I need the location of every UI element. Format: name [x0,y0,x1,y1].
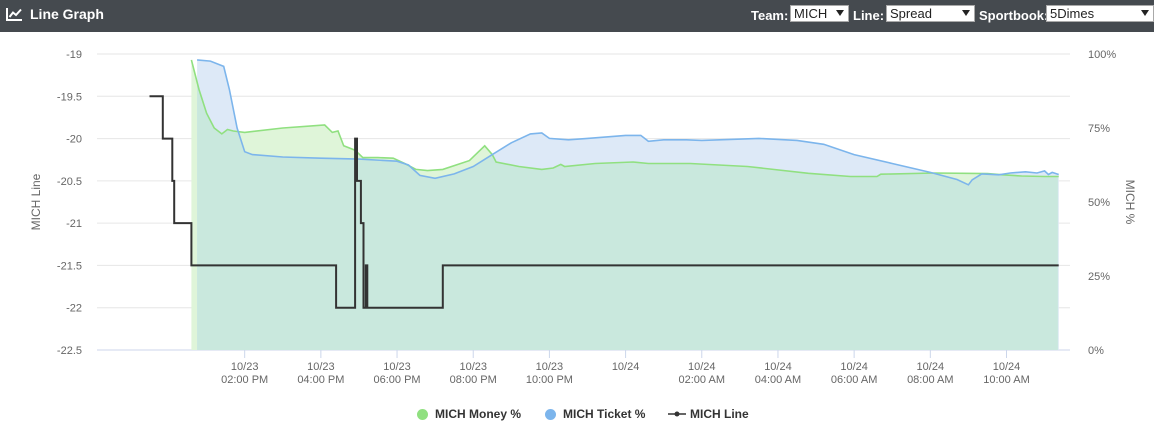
team-select-value: MICH [794,6,828,21]
line-select[interactable]: Spread [886,5,975,22]
legend-ticket-label: MICH Ticket % [563,407,646,421]
y-right-tick-label: 75% [1088,123,1110,135]
y-left-tick-label: -20.5 [57,176,82,188]
chart-header: Line Graph Team: MICH Line: Spread Sport… [0,0,1154,32]
y-left-tick-label: -19.5 [57,91,82,103]
x-tick-time-label: 08:00 AM [907,374,953,386]
y-left-tick-label: -21.5 [57,260,82,272]
chevron-down-icon [836,10,844,16]
y-left-tick-label: -19 [66,49,82,61]
legend-line-label: MICH Line [690,407,749,421]
x-tick-date-label: 10/23 [231,361,259,373]
y-right-tick-label: 100% [1088,49,1116,61]
line-label: Line: [853,8,885,23]
overlap-area [197,82,1058,350]
y-right-tick-label: 25% [1088,271,1110,283]
y-left-tick-label: -20 [66,134,82,146]
x-tick-date-label: 10/24 [917,361,945,373]
y-right-tick-label: 50% [1088,197,1110,209]
y-axis-right-title: MICH % [1123,180,1137,225]
legend-item-money[interactable]: MICH Money % [417,407,521,421]
y-left-tick-label: -22.5 [57,345,82,357]
legend-item-ticket[interactable]: MICH Ticket % [545,407,645,421]
x-tick-date-label: 10/24 [840,361,868,373]
x-tick-time-label: 02:00 PM [221,374,268,386]
line-chart-icon [6,8,22,21]
x-tick-time-label: 08:00 PM [450,374,497,386]
x-tick-date-label: 10/23 [536,361,564,373]
y-left-tick-label: -21 [66,218,82,230]
x-tick-date-label: 10/24 [764,361,792,373]
x-tick-date-label: 10/24 [993,361,1021,373]
x-tick-time-label: 04:00 AM [755,374,801,386]
x-tick-date-label: 10/24 [688,361,716,373]
x-tick-date-label: 10/23 [307,361,335,373]
x-tick-date-label: 10/24 [612,361,640,373]
team-select[interactable]: MICH [790,5,849,22]
line-select-value: Spread [890,6,932,21]
sportbook-label: Sportbook: [979,8,1049,23]
y-right-tick-label: 0% [1088,345,1104,357]
x-tick-date-label: 10/23 [383,361,411,373]
x-tick-time-label: 04:00 PM [297,374,344,386]
line-graph-chart: -19 -19.5 -20 -20.5 -21 -21.5 -22 -22.5 100% 75% 5… [29,49,1137,386]
x-tick-time-label: 10:00 AM [983,374,1029,386]
chart-title: Line Graph [30,6,104,22]
sportbook-select-value: 5Dimes [1050,6,1095,21]
sportbook-select[interactable]: 5Dimes [1046,5,1154,22]
chevron-down-icon [1141,10,1149,16]
x-tick-date-label: 10/23 [459,361,487,373]
legend-money-label: MICH Money % [435,407,522,421]
x-tick-time-label: 06:00 AM [831,374,877,386]
team-label: Team: [751,8,789,23]
y-left-tick-label: -22 [66,303,82,315]
legend-item-line[interactable]: MICH Line [668,407,749,421]
x-tick-time-label: 10:00 PM [526,374,573,386]
legend-line-marker [668,411,686,417]
x-tick-time-label: 02:00 AM [679,374,725,386]
title-group: Line Graph [6,6,104,22]
x-tick-time-label: 06:00 PM [373,374,420,386]
legend-ticket-marker [545,408,556,420]
y-axis-left-title: MICH Line [29,173,43,230]
legend-money-marker [417,408,428,420]
chevron-down-icon [962,10,970,16]
area-layer [191,59,1059,351]
